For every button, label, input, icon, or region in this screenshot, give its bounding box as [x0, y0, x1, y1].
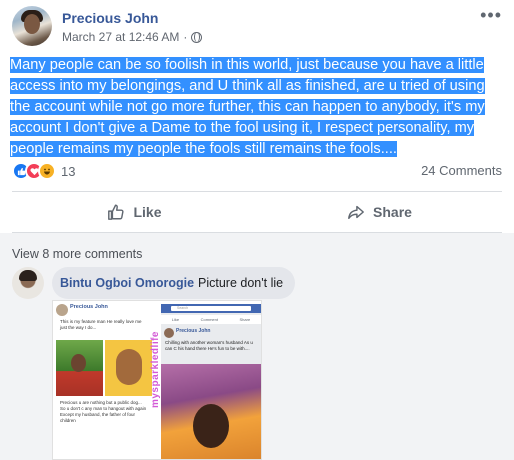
post-text: Many people can be so foolish in this wo… — [10, 57, 485, 157]
post-author-name[interactable]: Precious John — [62, 10, 158, 26]
screenshot-left-post: Precious John This is my feature man He … — [56, 304, 152, 459]
comment-text: Picture don't lie — [198, 276, 284, 290]
comments-section: View 8 more comments Bintu Ogboi Omorogi… — [0, 233, 514, 460]
post-meta: March 27 at 12:46 AM · — [62, 30, 203, 44]
post-actions: Like Share — [12, 193, 502, 231]
haha-reaction-icon — [38, 162, 56, 180]
screenshot-actions: Like Comment Share — [161, 315, 261, 324]
reactions-summary[interactable]: 13 — [12, 162, 75, 180]
screenshot-caption: This is my feature man He really love me… — [60, 319, 142, 330]
avatar — [56, 304, 68, 316]
screenshot-caption: Chilling with another woman's husband As… — [165, 340, 253, 351]
commenter-name[interactable]: Bintu Ogboi Omorogie — [60, 276, 194, 290]
thumbs-up-icon — [108, 204, 125, 220]
post-stats: 13 24 Comments — [12, 162, 502, 182]
share-button[interactable]: Share — [257, 193, 502, 231]
post-header: Precious John March 27 at 12:46 AM · ••• — [12, 4, 502, 52]
share-label: Share — [373, 204, 412, 220]
screenshot-image — [56, 340, 103, 396]
screenshot-right-post: Search Like Comment Share Precious John … — [161, 304, 261, 459]
commenter-avatar[interactable] — [12, 267, 44, 299]
ellipsis-icon[interactable]: ••• — [480, 6, 502, 24]
watermark: mysparkledlife — [150, 331, 161, 409]
screenshot-topbar: Search — [161, 304, 261, 313]
comment-bubble: Bintu Ogboi Omorogie Picture don't lie — [52, 267, 296, 299]
screenshot-author: Precious John — [70, 304, 108, 310]
globe-icon — [191, 31, 203, 43]
share-arrow-icon — [348, 205, 364, 220]
screenshot-comment: Precious u are nothing but a public dog.… — [60, 400, 147, 423]
view-more-comments-link[interactable]: View 8 more comments — [12, 247, 142, 261]
like-label: Like — [133, 204, 162, 220]
screenshot-image — [161, 364, 261, 459]
like-button[interactable]: Like — [12, 193, 257, 231]
post-timestamp[interactable]: March 27 at 12:46 AM — [62, 30, 179, 44]
screenshot-author: Precious John — [176, 328, 211, 334]
author-avatar[interactable] — [12, 6, 52, 46]
screenshot-image — [105, 340, 152, 396]
reaction-count: 13 — [61, 163, 76, 179]
comment-photo[interactable]: Precious John This is my feature man He … — [52, 300, 262, 460]
divider — [12, 191, 502, 192]
comment-count-link[interactable]: 24 Comments — [421, 163, 502, 178]
screenshot-search: Search — [171, 306, 251, 311]
avatar — [164, 328, 174, 338]
